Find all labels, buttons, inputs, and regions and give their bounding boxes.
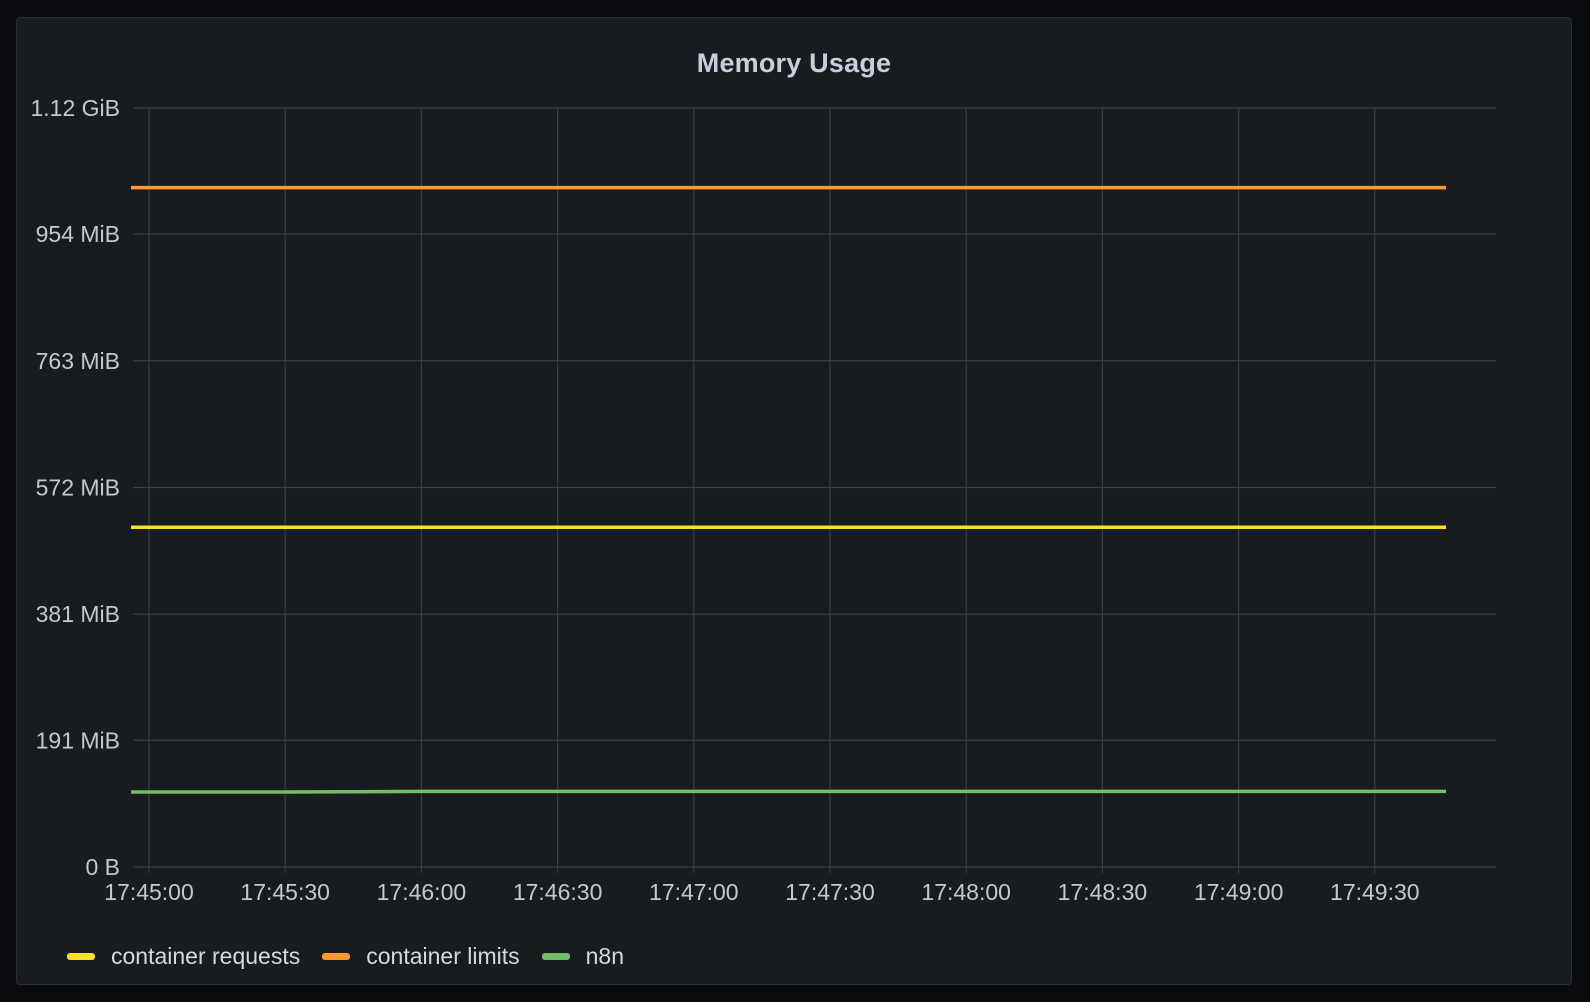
legend-label: container requests <box>111 943 301 969</box>
x-tick-label: 17:45:00 <box>104 879 194 905</box>
legend-label: n8n <box>585 943 624 969</box>
y-tick-label: 1.12 GiB <box>31 95 121 121</box>
legend-item[interactable]: container requests <box>67 943 300 970</box>
y-tick-label: 572 MiB <box>36 475 120 501</box>
x-tick-label: 17:49:00 <box>1194 879 1284 905</box>
y-tick-label: 763 MiB <box>36 348 120 374</box>
x-tick-label: 17:48:30 <box>1058 879 1148 905</box>
memory-usage-chart: 0 B 191 MiB 381 MiB 572 MiB 763 MiB 954 MiB 1.… <box>31 95 1496 905</box>
x-tick-label: 17:48:00 <box>921 879 1011 905</box>
x-tick-label: 17:46:00 <box>377 879 467 905</box>
x-tick-label: 17:47:30 <box>785 879 875 905</box>
legend-item[interactable]: container limits <box>322 943 520 970</box>
chart-panel: Memory Usage 0 B 191 MiB 381 MiB 572 MiB 763… <box>16 17 1572 985</box>
y-tick-label: 191 MiB <box>36 727 120 753</box>
legend-label: container limits <box>366 943 520 969</box>
legend-swatch <box>322 953 351 960</box>
x-tick-label: 17:45:30 <box>240 879 330 905</box>
y-tick-label: 0 B <box>85 854 120 880</box>
x-tick-label: 17:47:00 <box>649 879 739 905</box>
legend-swatch <box>67 953 95 960</box>
x-tick-label: 17:49:30 <box>1330 879 1420 905</box>
legend-swatch <box>541 953 570 960</box>
y-tick-label: 954 MiB <box>36 221 120 247</box>
y-tick-label: 381 MiB <box>36 601 120 627</box>
chart-legend: container requests container limits n8n <box>67 943 624 970</box>
legend-item[interactable]: n8n <box>541 943 624 970</box>
series-line-n8n <box>131 789 1446 794</box>
x-tick-label: 17:46:30 <box>513 879 603 905</box>
